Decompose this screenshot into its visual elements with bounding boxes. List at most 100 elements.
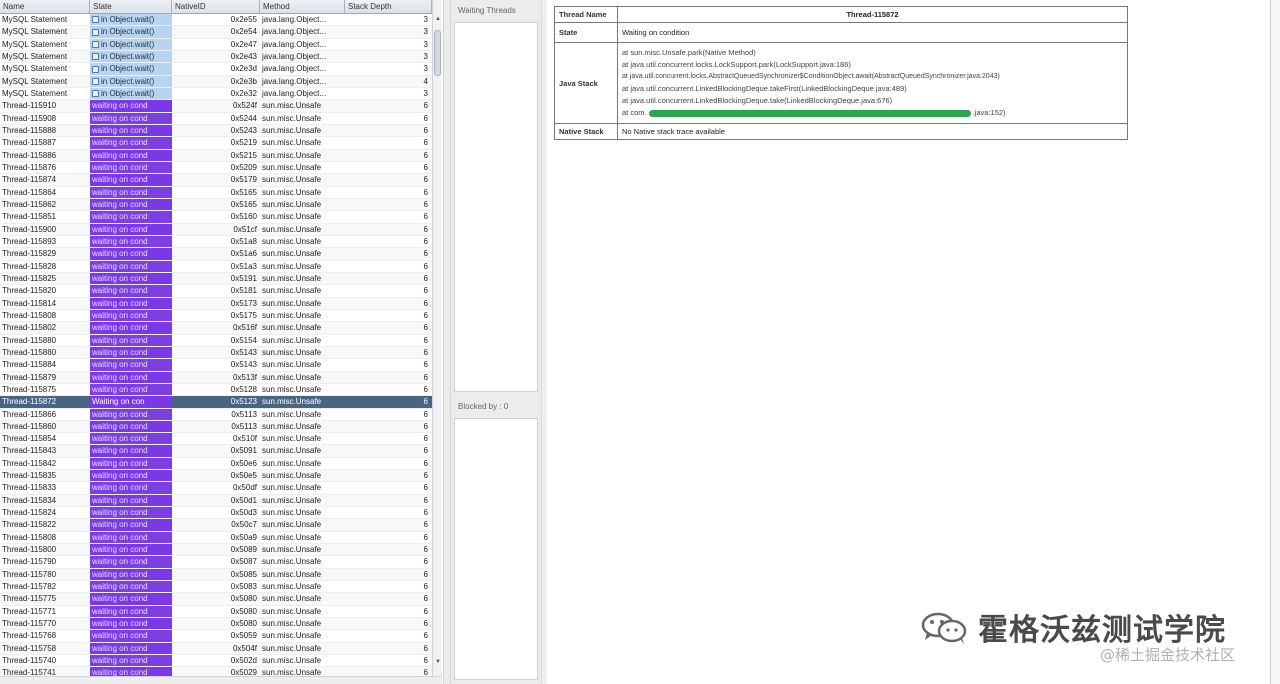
table-row[interactable]: Thread-115814 waiting on cond 0x5173 sun.mi… — [0, 297, 432, 310]
table-row[interactable]: Thread-115900 waiting on cond 0x51cf sun.mi… — [0, 223, 432, 236]
cell-name: MySQL Statement — [0, 88, 90, 99]
column-header-name[interactable]: Name — [0, 0, 90, 13]
cell-name-text: MySQL Statement — [2, 76, 68, 86]
table-horizontal-scrollbar[interactable] — [0, 676, 442, 684]
cell-method-text: sun.misc.Unsafe — [262, 347, 322, 357]
cell-method-text: sun.misc.Unsafe — [262, 323, 322, 333]
table-row[interactable]: MySQL Statement in Object.wait() 0x2e43 jav… — [0, 50, 432, 64]
table-row[interactable]: Thread-115887 waiting on cond 0x5219 sun.mi… — [0, 137, 432, 150]
table-row[interactable]: Thread-115854 waiting on cond 0x510f sun.mi… — [0, 433, 432, 446]
table-row[interactable]: Thread-115874 waiting on cond 0x5179 sun.mi… — [0, 174, 432, 187]
table-row[interactable]: Thread-115879 waiting on cond 0x513f sun.mi… — [0, 371, 432, 384]
cell-method-text: sun.misc.Unsafe — [262, 409, 322, 419]
table-row[interactable]: Thread-115808 waiting on cond 0x5175 sun.mi… — [0, 309, 432, 323]
cell-name: Thread-115768 — [0, 630, 90, 641]
cell-method: sun.misc.Unsafe — [260, 482, 345, 493]
cell-name: Thread-115880 — [0, 347, 90, 358]
column-header-nativeid[interactable]: NativeID — [172, 0, 260, 13]
table-row[interactable]: Thread-115908 waiting on cond 0x5244 sun.mi… — [0, 112, 432, 125]
table-row[interactable]: Thread-115864 waiting on cond 0x5165 sun.mi… — [0, 186, 432, 199]
monitor-lock-icon — [92, 16, 99, 24]
table-row[interactable]: Thread-115833 waiting on cond 0x50df sun.mi… — [0, 482, 432, 495]
cell-state-text: waiting on cond — [92, 162, 148, 172]
stack-frame: at sun.misc.Unsafe.park(Native Method) — [622, 48, 756, 57]
table-row[interactable]: MySQL Statement in Object.wait() 0x2e47 jav… — [0, 38, 432, 51]
table-row[interactable]: Thread-115893 waiting on cond 0x51a8 sun.mi… — [0, 235, 432, 249]
table-row[interactable]: MySQL Statement in Object.wait() 0x2e55 jav… — [0, 14, 432, 27]
cell-native-id-text: 0x2e32 — [230, 88, 257, 98]
table-row[interactable]: Thread-115843 waiting on cond 0x5091 sun.mi… — [0, 445, 432, 458]
table-row[interactable]: MySQL Statement in Object.wait() 0x2e54 jav… — [0, 26, 432, 39]
table-row[interactable]: Thread-115790 waiting on cond 0x5087 sun.mi… — [0, 556, 432, 569]
table-row[interactable]: Thread-115884 waiting on cond 0x5143 sun.mi… — [0, 359, 432, 372]
table-row[interactable]: Thread-115886 waiting on cond 0x5215 sun.mi… — [0, 149, 432, 162]
table-row[interactable]: Thread-115775 waiting on cond 0x5080 sun.mi… — [0, 593, 432, 606]
table-row[interactable]: Thread-115835 waiting on cond 0x50e5 sun.mi… — [0, 470, 432, 483]
table-row[interactable]: Thread-115808 waiting on cond 0x50a9 sun.mi… — [0, 531, 432, 545]
table-row[interactable]: Thread-115851 waiting on cond 0x5160 sun.mi… — [0, 211, 432, 224]
table-row[interactable]: Thread-115824 waiting on cond 0x50d3 sun.mi… — [0, 507, 432, 520]
table-row[interactable]: Thread-115780 waiting on cond 0x5085 sun.mi… — [0, 568, 432, 582]
table-row[interactable]: Thread-115888 waiting on cond 0x5243 sun.mi… — [0, 124, 432, 138]
table-row[interactable]: Thread-115828 waiting on cond 0x51a3 sun.mi… — [0, 260, 432, 273]
cell-name: Thread-115808 — [0, 310, 90, 321]
cell-stack-depth-text: 6 — [423, 335, 428, 345]
column-header-method[interactable]: Method — [260, 0, 345, 13]
table-row[interactable]: Thread-115829 waiting on cond 0x51a6 sun.mi… — [0, 248, 432, 261]
table-row[interactable]: Thread-115822 waiting on cond 0x50c7 sun.mi… — [0, 519, 432, 532]
cell-native-id-text: 0x2e3b — [230, 76, 257, 86]
blocked-by-list[interactable] — [454, 418, 538, 680]
table-row[interactable]: Thread-115800 waiting on cond 0x5089 sun.mi… — [0, 544, 432, 557]
table-row[interactable]: Thread-115820 waiting on cond 0x5181 sun.mi… — [0, 285, 432, 298]
table-row[interactable]: Thread-115842 waiting on cond 0x50e6 sun.mi… — [0, 457, 432, 471]
column-header-stack-depth[interactable]: Stack Depth — [345, 0, 432, 13]
table-row[interactable]: Thread-115758 waiting on cond 0x504f sun.mi… — [0, 642, 432, 656]
table-row[interactable]: Thread-115910 waiting on cond 0x524f sun.mi… — [0, 100, 432, 113]
table-row[interactable]: MySQL Statement in Object.wait() 0x2e32 jav… — [0, 87, 432, 101]
cell-stack-depth: 6 — [345, 384, 432, 395]
table-row[interactable]: Thread-115876 waiting on cond 0x5209 sun.mi… — [0, 161, 432, 175]
cell-native-id: 0x5173 — [172, 298, 260, 309]
cell-native-id-text: 0x5089 — [230, 545, 257, 555]
monitor-lock-icon — [92, 65, 99, 73]
thread-details-pane: Thread Name Thread-115872 State Waiting … — [547, 0, 1280, 684]
table-row-selected[interactable]: Thread-115872 Waiting on con 0x5123 sun.mis… — [0, 396, 432, 409]
table-row[interactable]: Thread-115860 waiting on cond 0x5113 sun.mi… — [0, 420, 432, 434]
table-row[interactable]: Thread-115825 waiting on cond 0x5191 sun.mi… — [0, 272, 432, 286]
table-row[interactable]: Thread-115875 waiting on cond 0x5128 sun.mi… — [0, 383, 432, 397]
table-row[interactable]: Thread-115770 waiting on cond 0x5080 sun.mi… — [0, 618, 432, 631]
cell-method: sun.misc.Unsafe — [260, 372, 345, 383]
scrollbar-thumb[interactable] — [434, 30, 441, 76]
scroll-up-arrow-icon[interactable]: ▲ — [434, 15, 442, 23]
scroll-down-arrow-icon[interactable]: ▼ — [434, 658, 442, 666]
cell-native-id-text: 0x5087 — [230, 557, 257, 567]
table-row[interactable]: MySQL Statement in Object.wait() 0x2e3b jav… — [0, 75, 432, 88]
cell-native-id: 0x51a6 — [172, 248, 260, 259]
table-row[interactable]: Thread-115782 waiting on cond 0x5083 sun.mi… — [0, 581, 432, 594]
waiting-threads-list[interactable] — [454, 22, 538, 392]
table-row[interactable]: Thread-115880 waiting on cond 0x5143 sun.mi… — [0, 346, 432, 360]
cell-state: waiting on cond — [90, 642, 172, 655]
details-vertical-scrollbar[interactable] — [1270, 0, 1280, 684]
table-row[interactable]: Thread-115834 waiting on cond 0x50d1 sun.mi… — [0, 494, 432, 508]
table-vertical-scrollbar[interactable]: ▲ ▼ — [432, 0, 442, 676]
table-row[interactable]: Thread-115880 waiting on cond 0x5154 sun.mi… — [0, 334, 432, 347]
table-row[interactable]: Thread-115866 waiting on cond 0x5113 sun.mi… — [0, 408, 432, 421]
monitor-lock-icon — [92, 78, 99, 86]
column-header-state[interactable]: State — [90, 0, 172, 13]
table-row[interactable]: Thread-115740 waiting on cond 0x502d sun.mi… — [0, 655, 432, 668]
table-row[interactable]: MySQL Statement in Object.wait() 0x2e3d jav… — [0, 63, 432, 76]
cell-method-text: sun.misc.Unsafe — [262, 372, 322, 382]
table-row[interactable]: Thread-115862 waiting on cond 0x5165 sun.mi… — [0, 198, 432, 212]
table-row[interactable]: Thread-115768 waiting on cond 0x5059 sun.mi… — [0, 630, 432, 643]
cell-native-id: 0x50e5 — [172, 470, 260, 481]
splitter-left[interactable] — [443, 0, 451, 684]
table-row[interactable]: Thread-115771 waiting on cond 0x5080 sun.mi… — [0, 605, 432, 619]
cell-native-id: 0x51a8 — [172, 236, 260, 247]
cell-name-text: Thread-115834 — [2, 495, 57, 505]
table-row[interactable]: Thread-115802 waiting on cond 0x516f sun.mi… — [0, 322, 432, 335]
cell-name: Thread-115824 — [0, 507, 90, 518]
cell-stack-depth: 6 — [345, 298, 432, 309]
cell-state: waiting on cond — [90, 260, 172, 272]
cell-stack-depth: 6 — [345, 174, 432, 185]
